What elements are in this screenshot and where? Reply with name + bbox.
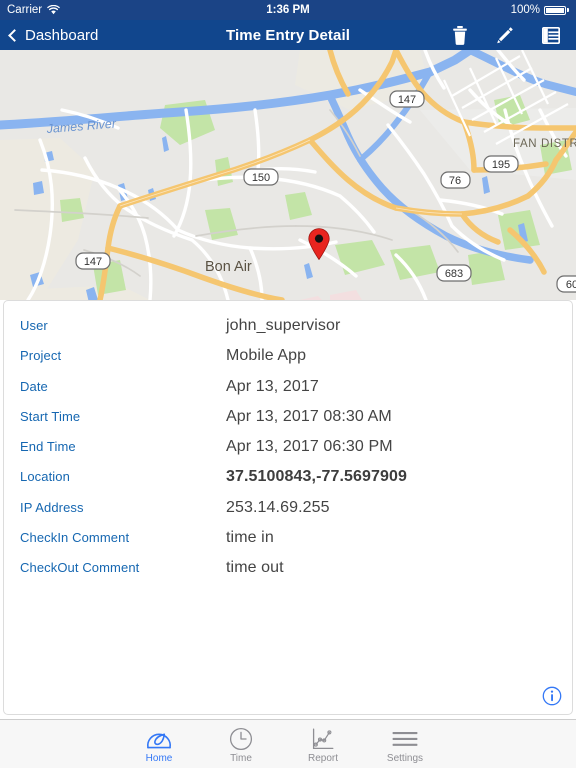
status-bar: Carrier 1:36 PM 100% — [0, 0, 576, 20]
tab-report-label: Report — [307, 752, 338, 764]
tab-report[interactable]: Report — [282, 720, 364, 768]
svg-text:147: 147 — [398, 94, 416, 106]
row-label-start-time: Start Time — [20, 408, 81, 424]
row-value-ip-address: 253.14.69.255 — [226, 498, 330, 516]
back-button-label: Dashboard — [25, 26, 99, 44]
route-shield-195: 195 — [483, 155, 519, 173]
table-row: CheckOut Comment time out — [4, 559, 572, 589]
tab-home-label: Home — [145, 752, 173, 764]
row-label-ip-address: IP Address — [20, 499, 84, 515]
table-row: Project Mobile App — [4, 347, 572, 377]
svg-text:683: 683 — [445, 268, 463, 280]
table-row: Date Apr 13, 2017 — [4, 378, 572, 408]
map-canvas: James River Bon Air FAN DISTRICT 150 147… — [0, 50, 576, 300]
status-bar-left: Carrier — [7, 4, 60, 16]
row-label-user: User — [20, 318, 48, 333]
back-button[interactable]: Dashboard — [8, 26, 99, 44]
svg-text:147: 147 — [84, 256, 102, 268]
row-value-location: 37.5100843,-77.5697909 — [226, 468, 408, 486]
svg-text:60: 60 — [566, 279, 576, 291]
table-row: Location 37.5100843,-77.5697909 — [4, 468, 572, 498]
tab-home[interactable]: Home — [118, 720, 200, 768]
map-label-district: FAN DISTRICT — [513, 138, 576, 150]
route-shield-147-left: 147 — [75, 252, 111, 270]
route-shield-60: 60 — [556, 275, 576, 293]
map-label-city: Bon Air — [205, 259, 252, 275]
tab-bar: Home Time Report Settings — [0, 719, 576, 768]
navigation-bar: Dashboard Time Entry Detail — [0, 20, 576, 50]
detail-section: User john_supervisor Project Mobile App … — [0, 300, 576, 719]
carrier-label: Carrier — [7, 4, 43, 16]
tab-time[interactable]: Time — [200, 720, 282, 768]
info-circle-icon[interactable] — [542, 686, 562, 706]
row-label-end-time: End Time — [20, 439, 76, 455]
route-shield-76: 76 — [440, 171, 471, 189]
battery-full-icon — [544, 5, 569, 15]
navigation-actions — [452, 25, 566, 45]
row-value-end-time: Apr 13, 2017 06:30 PM — [226, 438, 393, 456]
row-value-project: Mobile App — [226, 347, 307, 365]
svg-text:76: 76 — [449, 175, 461, 187]
route-shield-147-top: 147 — [389, 90, 425, 108]
wifi-icon — [47, 4, 60, 15]
svg-text:150: 150 — [252, 172, 270, 184]
table-row: IP Address 253.14.69.255 — [4, 499, 572, 529]
delete-button[interactable] — [452, 25, 468, 45]
edit-button[interactable] — [496, 26, 514, 45]
route-shield-150: 150 — [243, 168, 279, 186]
clock-icon — [229, 727, 253, 751]
row-label-project: Project — [20, 348, 62, 364]
line-chart-icon — [312, 727, 334, 751]
table-row: End Time Apr 13, 2017 06:30 PM — [4, 438, 572, 468]
row-value-checkout-comment: time out — [226, 559, 284, 577]
table-row: Start Time Apr 13, 2017 08:30 AM — [4, 408, 572, 438]
row-value-user: john_supervisor — [226, 317, 341, 334]
map-view[interactable]: James River Bon Air FAN DISTRICT 150 147… — [0, 50, 576, 300]
svg-text:195: 195 — [492, 159, 510, 171]
tab-time-label: Time — [230, 752, 252, 764]
gauge-icon — [146, 727, 172, 751]
list-button[interactable] — [542, 26, 560, 44]
row-value-start-time: Apr 13, 2017 08:30 AM — [226, 407, 392, 425]
detail-card: User john_supervisor Project Mobile App … — [3, 300, 573, 715]
table-row: User john_supervisor — [4, 317, 572, 347]
status-bar-clock: 1:36 PM — [266, 4, 310, 16]
table-row: CheckIn Comment time in — [4, 529, 572, 559]
route-shield-683: 683 — [436, 264, 472, 282]
row-label-date: Date — [20, 378, 48, 394]
tab-settings[interactable]: Settings — [364, 720, 446, 768]
status-bar-right: 100% — [511, 4, 569, 16]
map-pin-icon[interactable] — [308, 228, 330, 260]
hamburger-icon — [392, 727, 418, 751]
chevron-left-icon — [8, 28, 21, 42]
row-label-checkout-comment: CheckOut Comment — [20, 560, 140, 576]
battery-percent-label: 100% — [510, 4, 540, 16]
app-root: Carrier 1:36 PM 100% Dashboard Time Entr… — [0, 0, 576, 768]
row-value-date: Apr 13, 2017 — [226, 377, 319, 395]
row-label-checkin-comment: CheckIn Comment — [20, 530, 130, 546]
detail-table: User john_supervisor Project Mobile App … — [4, 317, 572, 590]
row-label-location: Location — [20, 469, 70, 485]
tab-settings-label: Settings — [386, 752, 424, 764]
row-value-checkin-comment: time in — [226, 529, 274, 547]
